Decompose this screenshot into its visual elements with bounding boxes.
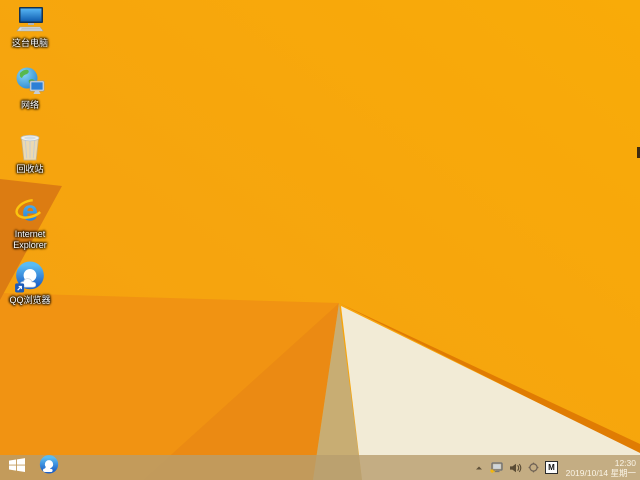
network-warning-icon[interactable] (489, 461, 503, 474)
clock-time: 12:30 (614, 457, 636, 468)
system-tray: M 12:30 2019/10/14 星期一 (475, 458, 640, 478)
qq-ring-cloud-icon (14, 261, 46, 293)
desktop-icon-this-pc[interactable]: 这台电脑 (2, 4, 58, 49)
desktop-icon-qq-browser[interactable]: QQ浏览器 (2, 261, 58, 306)
desktop-icon-internet-explorer[interactable]: e Internet Explorer (2, 195, 58, 250)
computer-icon (14, 4, 46, 36)
chevron-up-icon[interactable] (475, 464, 483, 472)
ie-e-icon: e (14, 195, 46, 227)
start-button[interactable] (0, 455, 34, 480)
globe-monitor-icon (14, 66, 46, 98)
windows-flag-icon (9, 458, 25, 477)
desktop-icon-recycle-bin[interactable]: 回收站 (2, 130, 58, 175)
volume-icon[interactable] (509, 463, 522, 473)
trash-bin-icon (14, 130, 46, 162)
desktop-icon-label: Internet Explorer (13, 229, 47, 250)
desktop-icon-label: QQ浏览器 (9, 295, 51, 305)
compass-circle-icon[interactable] (528, 462, 539, 473)
taskbar-item-qq-browser[interactable] (34, 455, 64, 480)
desktop-icon-label: 网络 (20, 100, 39, 110)
qq-ring-cloud-icon (39, 455, 59, 480)
input-method-badge[interactable]: M (545, 461, 558, 474)
wallpaper (0, 0, 640, 480)
clock-date: 2019/10/14 星期一 (565, 467, 636, 478)
taskbar-clock[interactable]: 12:30 2019/10/14 星期一 (564, 458, 636, 478)
desktop-icon-label: 这台电脑 (11, 38, 48, 48)
desktop-icon-label: 回收站 (16, 164, 44, 174)
desktop-icon-network[interactable]: 网络 (2, 66, 58, 111)
taskbar: M 12:30 2019/10/14 星期一 (0, 455, 640, 480)
